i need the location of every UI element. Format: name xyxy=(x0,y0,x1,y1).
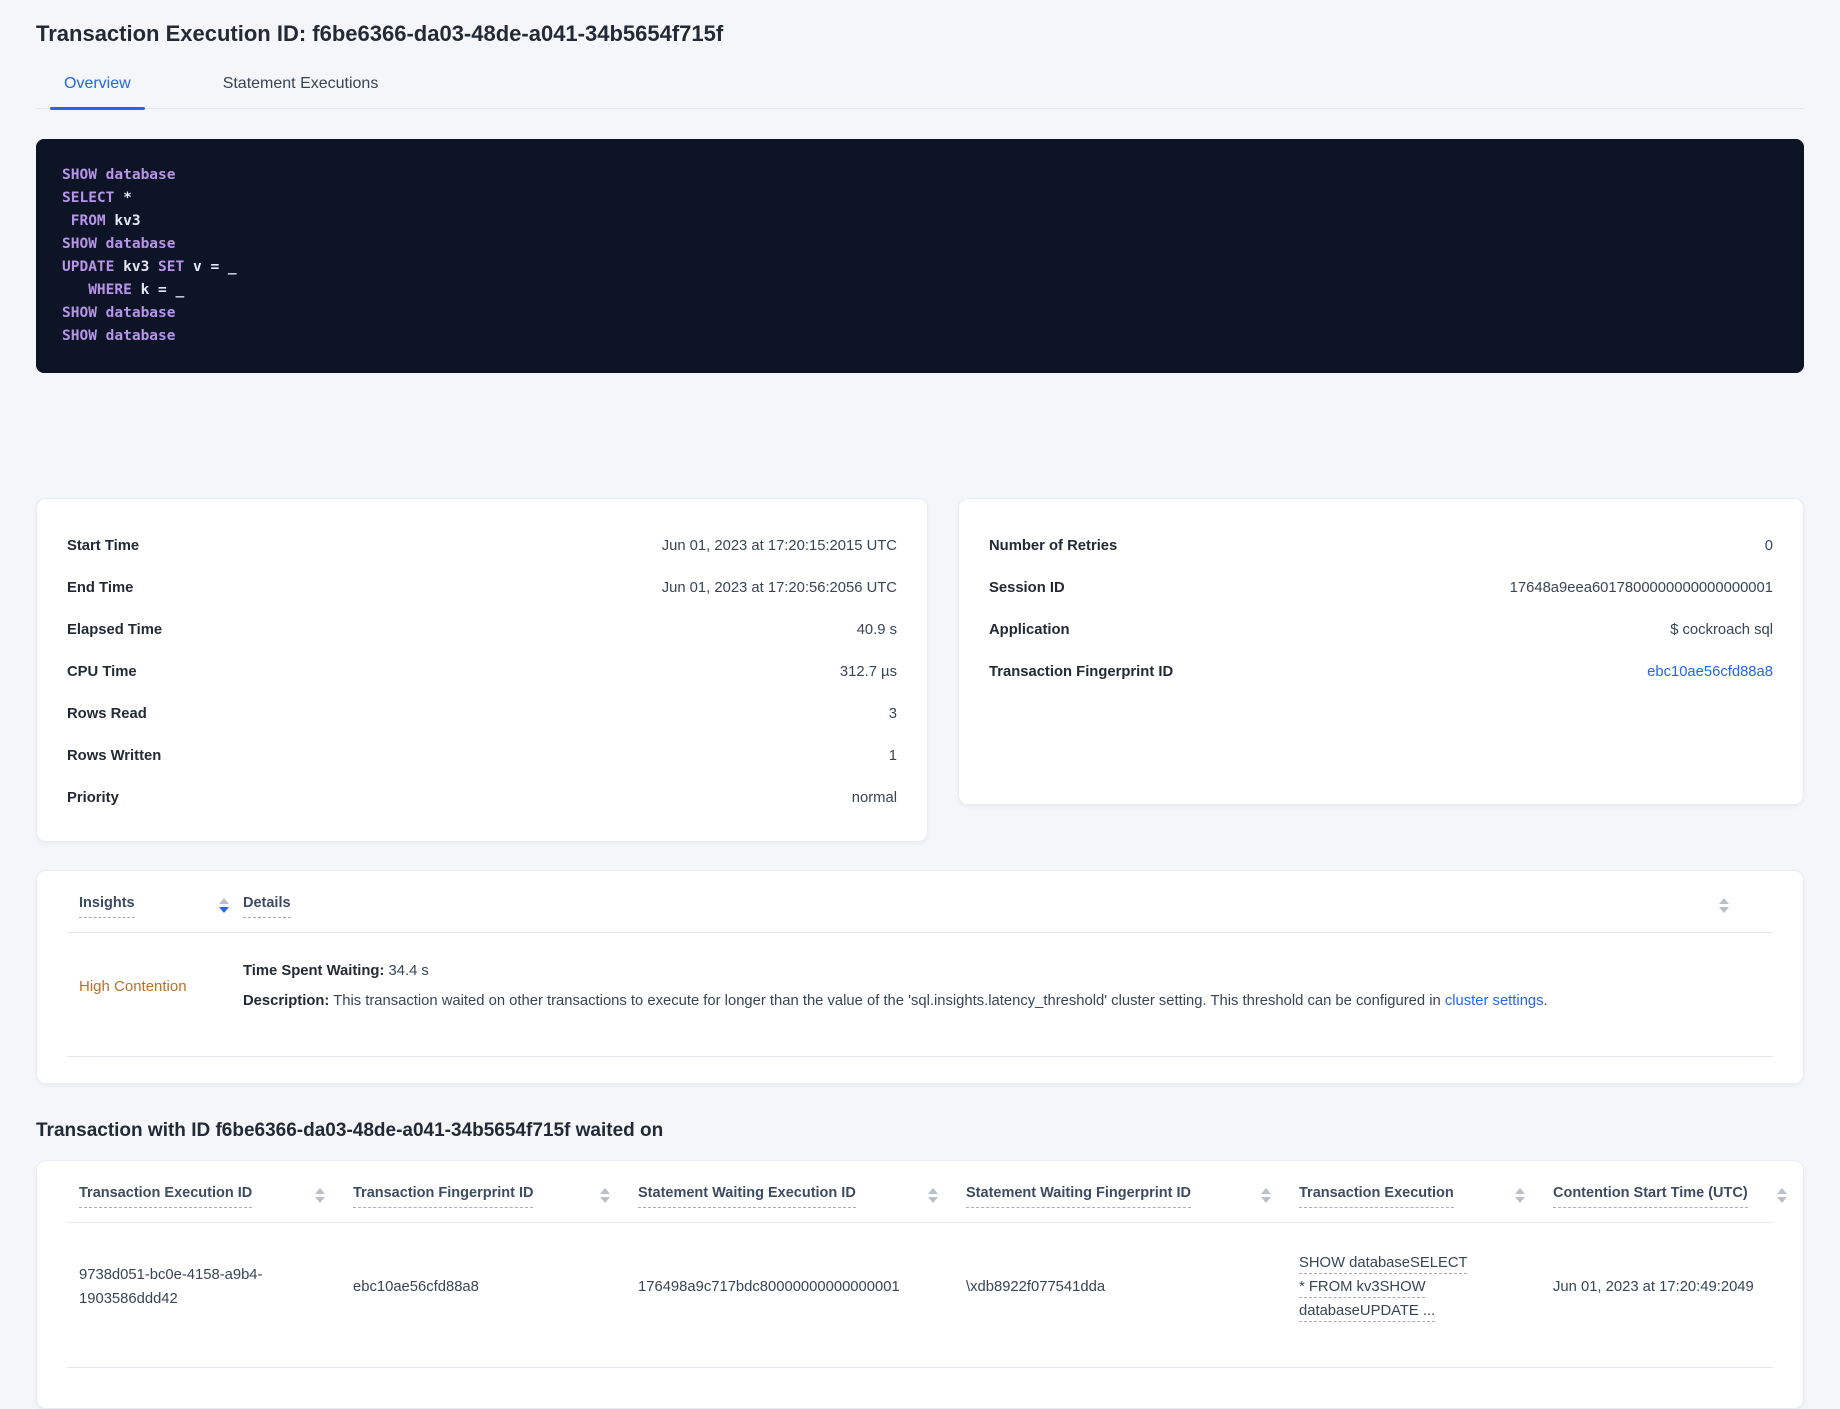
waited-on-heading: Transaction with ID f6be6366-da03-48de-a… xyxy=(36,1120,664,1142)
sql-statements-box: SHOW database SELECT * FROM kv3 SHOW datab… xyxy=(36,139,1804,373)
sql-line: UPDATE kv3 SET v = _ xyxy=(62,259,237,275)
page-title: Transaction Execution ID: f6be6366-da03-… xyxy=(36,21,724,46)
sort-icon[interactable] xyxy=(1515,1188,1525,1204)
column-label: Transaction Execution xyxy=(1299,1185,1454,1209)
info-value: Jun 01, 2023 at 17:20:56:2056 UTC xyxy=(661,580,897,596)
sql-line: SHOW database xyxy=(62,305,176,321)
column-header-transaction-fingerprint-id[interactable]: Transaction Fingerprint ID xyxy=(353,1185,638,1209)
info-row: End Time Jun 01, 2023 at 17:20:56:2056 UT… xyxy=(67,567,897,609)
info-row: Number of Retries 0 xyxy=(989,525,1773,567)
info-row: Application $ cockroach sql xyxy=(989,609,1773,651)
info-value: 0 xyxy=(1764,538,1773,554)
sort-icon[interactable] xyxy=(219,898,229,913)
waited-on-table-row: 9738d051-bc0e-4158-a9b4-1903586ddd42 ebc1… xyxy=(37,1223,1803,1353)
execution-summary-card: Start Time Jun 01, 2023 at 17:20:15:2015 … xyxy=(36,498,928,842)
summary-cards-row: Start Time Jun 01, 2023 at 17:20:15:2015 … xyxy=(36,498,1804,842)
transaction-details-page: Transaction Execution ID: f6be6366-da03-… xyxy=(0,0,1840,1409)
sql-line: WHERE k = _ xyxy=(88,282,185,298)
tab-bar: Overview Statement Executions xyxy=(36,71,1804,110)
info-row: CPU Time 312.7 µs xyxy=(67,651,897,693)
session-info-card: Number of Retries 0 Session ID 17648a9eea60… xyxy=(958,498,1804,805)
transaction-fingerprint-link[interactable]: ebc10ae56cfd88a8 xyxy=(1647,664,1773,680)
info-label: CPU Time xyxy=(67,664,137,680)
info-label: Rows Written xyxy=(67,748,162,764)
tab-statement-executions[interactable]: Statement Executions xyxy=(209,71,393,108)
info-label: End Time xyxy=(67,580,134,596)
cluster-settings-link[interactable]: cluster settings xyxy=(1445,993,1544,1009)
time-spent-waiting: Time Spent Waiting: 34.4 s xyxy=(243,963,429,979)
info-label: Application xyxy=(989,622,1070,638)
cell-statement-waiting-execution-id: 176498a9c717bdc80000000000000001 xyxy=(638,1279,900,1296)
info-value: 17648a9eea6017800000000000000001 xyxy=(1509,580,1773,596)
details-column-header[interactable]: Details xyxy=(243,895,1705,918)
waited-on-table-card: Transaction Execution ID Transaction Fing… xyxy=(36,1160,1804,1409)
insight-description: Description: This transaction waited on … xyxy=(243,993,1548,1010)
info-value: 1 xyxy=(888,748,897,764)
info-row: Rows Written 1 xyxy=(67,735,897,777)
sql-line: SHOW database xyxy=(62,328,176,344)
column-label: Contention Start Time (UTC) xyxy=(1553,1185,1748,1209)
sort-icon[interactable] xyxy=(315,1188,325,1204)
divider xyxy=(67,1056,1773,1058)
column-label: Statement Waiting Execution ID xyxy=(638,1185,856,1209)
column-header-statement-waiting-fingerprint-id[interactable]: Statement Waiting Fingerprint ID xyxy=(966,1185,1299,1209)
sort-icon[interactable] xyxy=(600,1188,610,1204)
column-label: Transaction Execution ID xyxy=(79,1185,253,1209)
info-value: 40.9 s xyxy=(856,622,897,638)
cell-transaction-fingerprint-id: ebc10ae56cfd88a8 xyxy=(353,1279,479,1296)
info-label: Transaction Fingerprint ID xyxy=(989,664,1174,680)
insights-table-header: Insights Details xyxy=(37,895,1803,918)
column-header-transaction-execution[interactable]: Transaction Execution xyxy=(1299,1185,1553,1209)
info-label: Priority xyxy=(67,790,119,806)
info-row: Elapsed Time 40.9 s xyxy=(67,609,897,651)
info-value: normal xyxy=(851,790,897,806)
sql-line: SHOW database xyxy=(62,236,176,252)
info-value: $ cockroach sql xyxy=(1670,622,1773,638)
column-label: Transaction Fingerprint ID xyxy=(353,1185,534,1209)
info-value: Jun 01, 2023 at 17:20:15:2015 UTC xyxy=(661,538,897,554)
cell-contention-start-time: Jun 01, 2023 at 17:20:49:2049 xyxy=(1553,1279,1754,1296)
info-label: Number of Retries xyxy=(989,538,1118,554)
info-label: Session ID xyxy=(989,580,1065,596)
divider xyxy=(67,1367,1773,1369)
info-label: Elapsed Time xyxy=(67,622,163,638)
insights-column-label: Insights xyxy=(79,895,135,918)
insights-column-header[interactable]: Insights xyxy=(79,895,229,918)
sql-line: FROM kv3 xyxy=(70,213,141,229)
info-row: Transaction Fingerprint ID ebc10ae56cfd88… xyxy=(989,651,1773,693)
info-row: Priority normal xyxy=(67,777,897,819)
sql-line: SELECT * xyxy=(62,190,132,206)
insight-type-badge: High Contention xyxy=(79,977,187,995)
waited-on-table-header: Transaction Execution ID Transaction Fing… xyxy=(37,1185,1803,1209)
insight-details: Time Spent Waiting: 34.4 s Description: … xyxy=(243,960,1759,1012)
table-sort-control[interactable] xyxy=(1719,895,1759,913)
details-column-label: Details xyxy=(243,895,291,918)
info-row: Session ID 17648a9eea60178000000000000000… xyxy=(989,567,1773,609)
sort-icon[interactable] xyxy=(928,1188,938,1204)
column-header-contention-start-time-utc[interactable]: Contention Start Time (UTC) xyxy=(1553,1185,1787,1209)
cell-transaction-execution-id: 9738d051-bc0e-4158-a9b4-1903586ddd42 xyxy=(79,1267,263,1308)
cell-statement-waiting-fingerprint-id: \xdb8922f077541dda xyxy=(966,1279,1106,1296)
cell-transaction-execution[interactable]: SHOW databaseSELECT * FROM kv3SHOW datab… xyxy=(1299,1251,1493,1323)
sort-icon[interactable] xyxy=(1777,1188,1787,1204)
info-label: Start Time xyxy=(67,538,140,554)
info-value: 312.7 µs xyxy=(839,664,897,680)
sort-icon[interactable] xyxy=(1719,898,1729,913)
sql-line: SHOW database xyxy=(62,167,176,183)
column-label: Statement Waiting Fingerprint ID xyxy=(966,1185,1192,1209)
column-header-statement-waiting-execution-id[interactable]: Statement Waiting Execution ID xyxy=(638,1185,966,1209)
column-header-transaction-execution-id[interactable]: Transaction Execution ID xyxy=(79,1185,353,1209)
insights-card: Insights Details High Contention Time Sp… xyxy=(36,870,1804,1085)
info-value: 3 xyxy=(888,706,897,722)
info-label: Rows Read xyxy=(67,706,147,722)
tab-overview[interactable]: Overview xyxy=(50,71,145,110)
info-row: Start Time Jun 01, 2023 at 17:20:15:2015 … xyxy=(67,525,897,567)
info-row: Rows Read 3 xyxy=(67,693,897,735)
sort-icon[interactable] xyxy=(1261,1188,1271,1204)
insight-row: High Contention Time Spent Waiting: 34.4… xyxy=(37,933,1803,1042)
